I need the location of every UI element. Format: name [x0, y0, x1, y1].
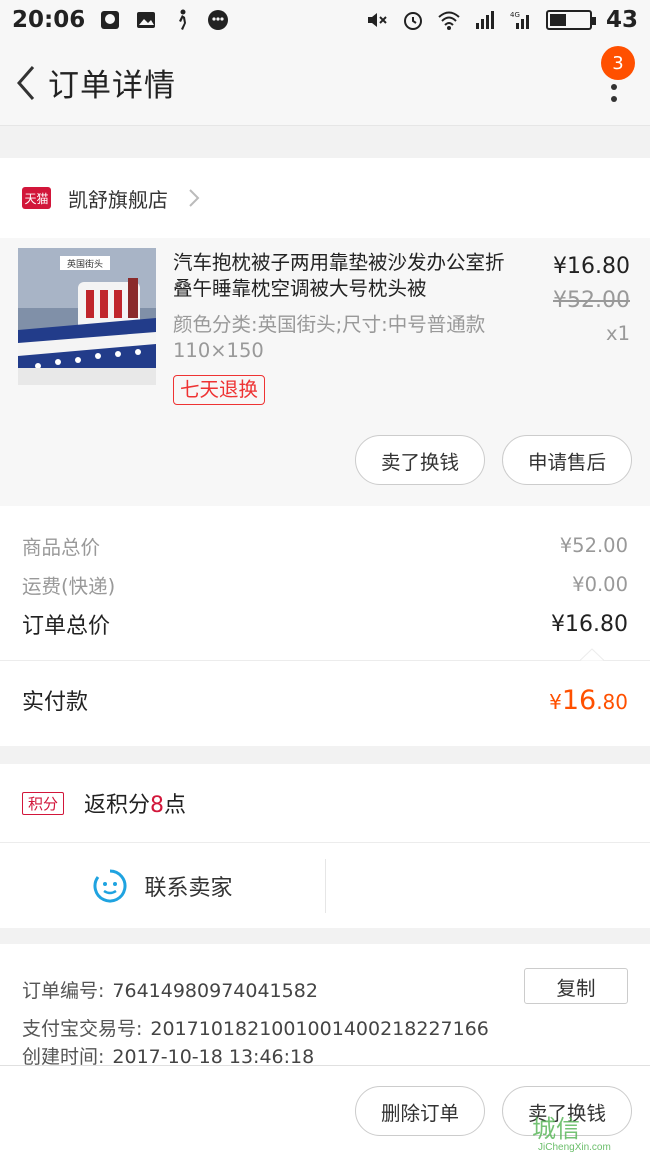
paid-integer: 16 [561, 684, 597, 716]
goods-total-row: 商品总价 ¥52.00 [22, 531, 628, 560]
quantity: x1 [606, 322, 630, 345]
after-sales-button[interactable]: 申请售后 [502, 435, 632, 485]
order-number-label: 订单编号: [22, 980, 105, 1002]
signal-icon [475, 11, 494, 29]
paid-label: 实付款 [22, 690, 89, 715]
contact-seller-button[interactable]: 联系卖家 [0, 843, 325, 929]
qq-notification-icon [101, 11, 120, 29]
points-text: 返积分8点 [84, 793, 187, 818]
price-summary: 商品总价 ¥52.00 运费(快递) ¥0.00 订单总价 ¥16.80 实付款… [0, 506, 650, 746]
divider [325, 859, 326, 913]
copy-order-number-button[interactable]: 复制 [524, 968, 628, 1004]
tmall-badge: 天猫 [22, 187, 51, 209]
order-total-row: 订单总价 ¥16.80 [22, 608, 628, 640]
order-item-card: 天猫 凯舒旗舰店 英国街头 汽车抱枕被子两用靠垫被沙发办公室折叠午睡靠枕空调被大… [0, 158, 650, 506]
mute-icon [367, 13, 387, 27]
alarm-icon [403, 12, 422, 30]
chat-bubble-icon [208, 10, 229, 30]
points-row: 积分 返积分8点 [0, 764, 650, 842]
product-title: 汽车抱枕被子两用靠垫被沙发办公室折叠午睡靠枕空调被大号枕头被 [173, 251, 505, 300]
site-watermark: 城信 JiChengXin.com [532, 1107, 650, 1155]
alipay-number-row: 支付宝交易号: 2017101821001001400218227166 [22, 1014, 489, 1041]
walking-icon [179, 9, 187, 30]
sell-for-cash-button[interactable]: 卖了换钱 [355, 435, 485, 485]
created-time-row: 创建时间: 2017-10-18 13:46:18 [22, 1042, 314, 1065]
image-notification-icon [137, 12, 156, 28]
order-info: 订单编号: 76414980974041582 复制 支付宝交易号: 2017101… [0, 944, 650, 1065]
unit-price: ¥16.80 [553, 254, 630, 279]
status-time: 20:06 [12, 7, 86, 33]
shop-name: 凯舒旗舰店 [68, 187, 168, 212]
alipay-number-value: 2017101821001001400218227166 [150, 1018, 489, 1040]
chevron-left-icon [17, 65, 35, 100]
wifi-icon [438, 11, 460, 30]
back-button[interactable] [4, 53, 48, 113]
product-pillow-illustration: 英国街头 [18, 248, 156, 385]
svg-text:英国街头: 英国街头 [67, 258, 103, 270]
paid-row: 实付款 ¥16.80 [22, 684, 628, 716]
shipping-value: ¥0.00 [572, 573, 628, 596]
battery-level: 43 [605, 7, 638, 33]
more-dot-icon [611, 96, 617, 102]
delete-order-button[interactable]: 删除订单 [355, 1086, 485, 1136]
chevron-right-icon [189, 189, 200, 207]
signal-4g-icon: 4G [510, 11, 529, 29]
shop-header[interactable]: 天猫 凯舒旗舰店 [0, 158, 650, 238]
message-badge: 3 [601, 46, 635, 80]
shipping-row: 运费(快递) ¥0.00 [22, 570, 628, 599]
chat-face-icon [93, 869, 127, 903]
order-item-row[interactable]: 英国街头 汽车抱枕被子两用靠垫被沙发办公室折叠午睡靠枕空调被大号枕头被 颜色分类… [0, 238, 650, 506]
created-time-label: 创建时间: [22, 1046, 105, 1065]
contact-section: 联系卖家 [0, 842, 650, 928]
created-time-value: 2017-10-18 13:46:18 [112, 1046, 315, 1065]
shipping-label: 运费(快递) [22, 575, 116, 598]
status-bar: 20:06 4G 43 [0, 0, 650, 40]
battery-icon [545, 10, 596, 30]
order-total-label: 订单总价 [22, 614, 111, 639]
svg-text:4G: 4G [510, 11, 520, 19]
page-title: 订单详情 [48, 68, 176, 104]
paid-currency: ¥ [549, 689, 562, 714]
original-price: ¥52.00 [553, 288, 630, 313]
paid-decimal: .80 [596, 689, 628, 714]
watermark-logo: 城信 [532, 1115, 580, 1143]
battery-fill [549, 14, 567, 26]
goods-total-label: 商品总价 [22, 536, 101, 559]
order-number-row: 订单编号: 76414980974041582 [22, 976, 318, 1003]
alipay-number-label: 支付宝交易号: [22, 1018, 143, 1040]
more-dot-icon [611, 84, 617, 90]
order-number-value: 76414980974041582 [112, 980, 318, 1002]
order-total-value: ¥16.80 [551, 611, 628, 637]
divider [0, 660, 650, 661]
nav-bar: 订单详情 3 [0, 40, 650, 126]
goods-total-value: ¥52.00 [559, 534, 628, 557]
points-count: 8 [150, 793, 165, 818]
contact-seller-label: 联系卖家 [144, 876, 233, 901]
return-policy-tag: 七天退换 [173, 375, 266, 405]
paid-amount: ¥16.80 [549, 685, 628, 716]
watermark-url: JiChengXin.com [538, 1142, 611, 1153]
points-badge: 积分 [22, 791, 64, 815]
product-sku: 颜色分类:英国街头;尺寸:中号普通款110×150 [173, 313, 486, 362]
caret-up-icon [580, 648, 604, 661]
product-image[interactable]: 英国街头 [18, 248, 156, 385]
